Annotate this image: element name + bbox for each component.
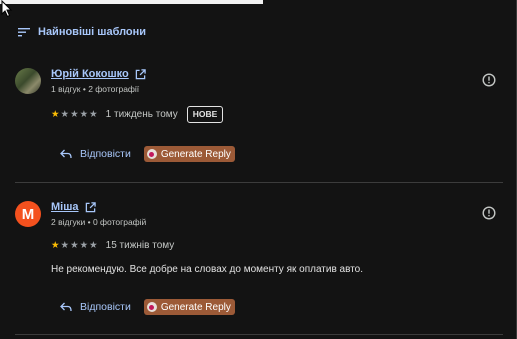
generate-reply-button[interactable]: Generate Reply — [143, 146, 235, 162]
top-strip — [0, 0, 263, 4]
reply-label: Відповісти — [80, 301, 131, 313]
star-rating: ★ ★ ★ ★ ★ — [51, 109, 98, 120]
sort-icon — [18, 28, 30, 37]
star-icon: ★ — [89, 239, 98, 251]
star-icon: ★ — [51, 239, 60, 251]
reply-icon — [60, 302, 72, 312]
generate-reply-label: Generate Reply — [160, 301, 231, 313]
avatar[interactable] — [15, 68, 41, 94]
external-link-icon[interactable] — [85, 201, 96, 213]
sort-label: Найновіші шаблони — [38, 26, 147, 38]
review-time: 15 тижнів тому — [105, 239, 175, 251]
reviewer-meta: 1 відгук • 2 фотографії — [51, 84, 140, 94]
info-icon[interactable] — [482, 73, 496, 87]
new-badge: НОВЕ — [186, 105, 224, 123]
star-icon: ★ — [79, 108, 89, 120]
review-time: 1 тиждень тому — [105, 108, 178, 120]
star-icon: ★ — [51, 108, 60, 120]
mouse-cursor-icon — [1, 0, 13, 18]
star-icon: ★ — [60, 108, 70, 120]
generate-reply-label: Generate Reply — [160, 148, 231, 160]
generate-icon — [146, 149, 157, 159]
avatar[interactable]: M — [15, 201, 41, 227]
reviewer-name[interactable]: Міша — [51, 201, 79, 213]
divider — [15, 182, 503, 183]
generate-reply-button[interactable]: Generate Reply — [143, 299, 235, 315]
star-icon: ★ — [89, 108, 98, 120]
review-text: Не рекомендую. Все добре на словах до мо… — [51, 264, 364, 275]
star-icon: ★ — [60, 239, 70, 251]
info-icon[interactable] — [482, 206, 496, 220]
reply-icon — [60, 149, 72, 159]
star-icon: ★ — [79, 239, 89, 251]
star-rating: ★ ★ ★ ★ ★ — [51, 240, 98, 251]
external-link-icon[interactable] — [135, 68, 146, 80]
star-icon: ★ — [70, 108, 79, 120]
generate-icon — [146, 302, 157, 312]
reviewer-meta: 2 відгуки • 0 фотографій — [51, 217, 147, 227]
star-icon: ★ — [70, 239, 79, 251]
divider — [15, 334, 503, 335]
sort-button[interactable]: Найновіші шаблони — [18, 24, 146, 40]
avatar-letter: M — [21, 205, 35, 223]
reply-label: Відповісти — [80, 148, 131, 160]
reviewer-name[interactable]: Юрій Кокошко — [51, 68, 129, 80]
reply-button[interactable]: Відповісти — [60, 148, 131, 160]
reply-button[interactable]: Відповісти — [60, 301, 131, 313]
